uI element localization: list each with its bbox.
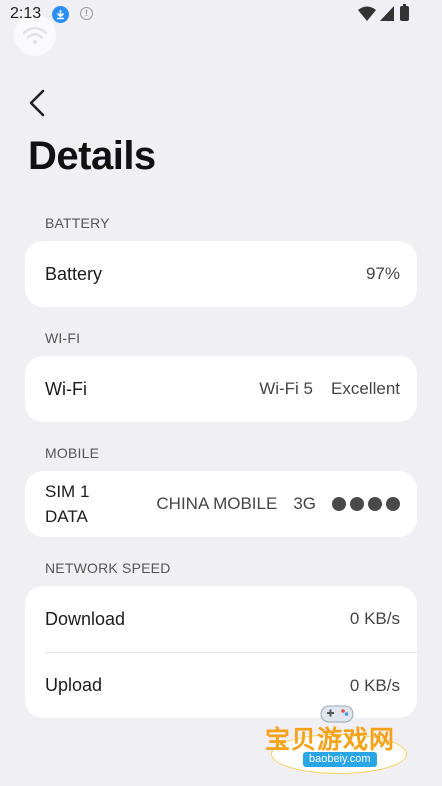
battery-icon: [400, 4, 409, 21]
wifi-values: Wi-Fi 5 Excellent: [259, 379, 400, 399]
status-time: 2:13: [10, 5, 42, 22]
battery-label: Battery: [45, 263, 103, 284]
mobile-card: SIM 1 DATA CHINA MOBILE 3G: [25, 471, 417, 537]
back-button[interactable]: [24, 86, 54, 120]
section-label-mobile: MOBILE: [45, 445, 100, 461]
signal-dot: [386, 497, 400, 511]
wifi-standard: Wi-Fi 5: [259, 379, 314, 398]
upload-label: Upload: [45, 675, 103, 695]
watermark-domain: baobeiy.com: [303, 752, 377, 767]
battery-card: Battery 97%: [25, 241, 417, 307]
signal-dot: [368, 497, 382, 511]
download-row[interactable]: Download 0 KB/s: [25, 586, 417, 652]
wifi-quality: Excellent: [331, 379, 400, 398]
cellular-signal-icon: [380, 6, 394, 26]
download-label: Download: [45, 608, 126, 629]
download-icon: [52, 6, 69, 23]
page-title: Details: [28, 134, 156, 178]
section-label-network-speed: NETWORK SPEED: [45, 560, 171, 576]
battery-row[interactable]: Battery 97%: [25, 241, 417, 307]
status-bar: 2:13 !: [0, 0, 442, 56]
network-type: 3G: [293, 494, 316, 513]
back-arrow-icon: [29, 89, 45, 117]
sim-label-line1: SIM 1: [45, 482, 90, 501]
sim-row[interactable]: SIM 1 DATA CHINA MOBILE 3G: [25, 471, 417, 537]
info-icon: !: [80, 7, 93, 20]
wifi-label: Wi-Fi: [45, 378, 87, 399]
upload-value: 0 KB/s: [349, 675, 400, 695]
signal-dot: [350, 497, 364, 511]
watermark-title: 宝贝游戏网: [265, 725, 396, 754]
section-label-wifi: WI-FI: [45, 330, 81, 346]
battery-value: 97%: [365, 264, 400, 283]
carrier-name: CHINA MOBILE: [156, 494, 278, 513]
signal-dot: [332, 497, 346, 511]
sim-label-line2: DATA: [45, 507, 88, 526]
network-speed-card: Download 0 KB/s Upload 0 KB/s: [25, 586, 417, 718]
wifi-icon: [358, 6, 376, 26]
sim-values: CHINA MOBILE 3G: [156, 494, 400, 514]
sim-label: SIM 1 DATA: [45, 479, 89, 529]
wifi-row[interactable]: Wi-Fi Wi-Fi 5 Excellent: [25, 356, 417, 422]
watermark: 宝贝游戏网 baobeiy.com: [265, 700, 415, 780]
section-label-battery: BATTERY: [45, 215, 110, 231]
download-value: 0 KB/s: [349, 609, 400, 628]
signal-strength-dots: [332, 497, 400, 511]
wifi-card: Wi-Fi Wi-Fi 5 Excellent: [25, 356, 417, 422]
